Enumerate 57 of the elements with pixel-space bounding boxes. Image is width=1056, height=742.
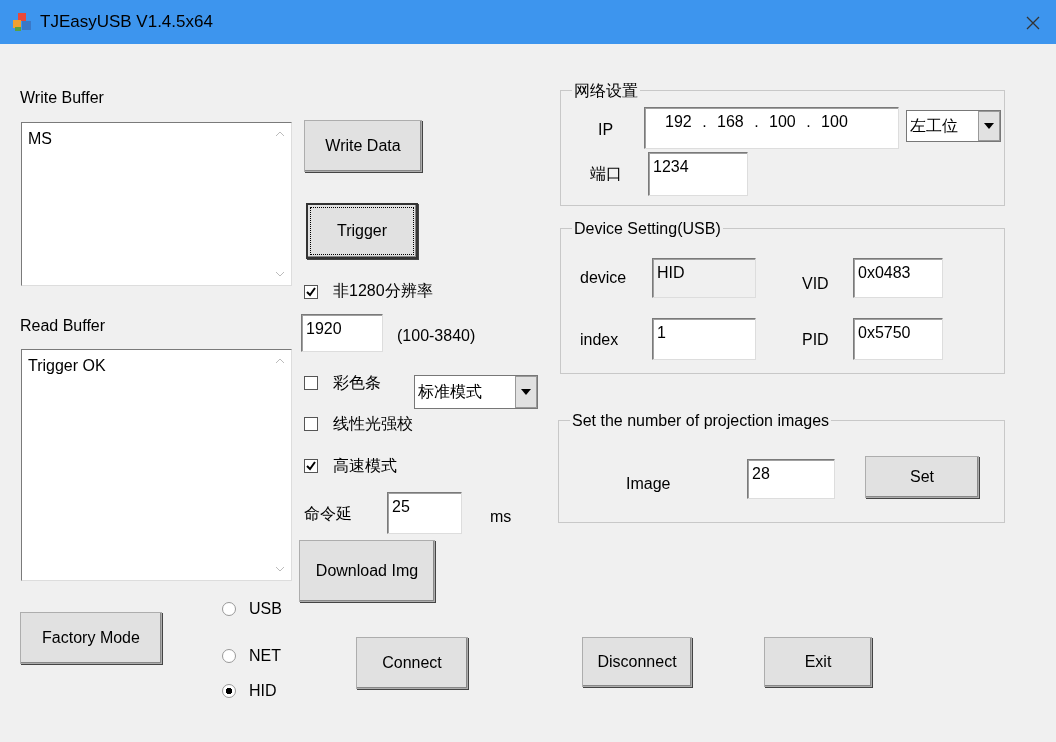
trigger-button[interactable]: Trigger: [306, 203, 418, 259]
field-label: Image: [626, 474, 671, 494]
scroll-down-icon: [275, 566, 285, 572]
field-label: index: [580, 330, 619, 350]
field-label: Read Buffer: [20, 316, 106, 336]
field-label: device: [580, 268, 627, 288]
input-field[interactable]: 0x5750: [853, 318, 943, 360]
exit-button[interactable]: Exit: [764, 637, 872, 687]
field-label: 端口: [590, 164, 622, 184]
dropdown[interactable]: 左工位: [906, 110, 1001, 142]
field-label: NET: [249, 646, 281, 666]
field-label: 高速模式: [333, 456, 397, 476]
field-label: ms: [490, 507, 512, 527]
input-field[interactable]: 1920: [301, 314, 383, 352]
scroll-down-icon: [275, 271, 285, 277]
write-data-button[interactable]: Write Data: [304, 120, 422, 172]
scroll-up-icon: [275, 358, 285, 364]
field-label: USB: [249, 599, 282, 619]
field-label: 非1280分辨率: [333, 281, 433, 301]
dropdown-arrow-icon: [984, 123, 994, 129]
checkbox[interactable]: [304, 417, 318, 431]
field-label: 线性光强校: [333, 414, 413, 434]
app-icon: [12, 12, 32, 32]
field-label: 彩色条: [333, 373, 381, 393]
text-area[interactable]: Trigger OK: [21, 349, 292, 581]
window-title: TJEasyUSB V1.4.5x64: [40, 11, 213, 34]
disconnect-button[interactable]: Disconnect: [582, 637, 692, 687]
checkbox[interactable]: [304, 285, 318, 299]
input-field[interactable]: 25: [387, 492, 462, 534]
connect-button[interactable]: Connect: [356, 637, 468, 689]
set-button[interactable]: Set: [865, 456, 979, 498]
text-area[interactable]: MS: [21, 122, 292, 286]
field-label: 命令延: [304, 504, 352, 524]
field-label: Write Buffer: [20, 88, 104, 108]
field-label: IP: [598, 120, 614, 140]
factory-mode-button[interactable]: Factory Mode: [20, 612, 162, 664]
field-label: VID: [802, 274, 829, 294]
buffer-text: Trigger OK: [28, 357, 106, 374]
radio-button[interactable]: [222, 684, 236, 698]
checkbox[interactable]: [304, 376, 318, 390]
checkbox[interactable]: [304, 459, 318, 473]
field-label: HID: [249, 681, 277, 701]
input-field[interactable]: 1: [652, 318, 756, 360]
input-field[interactable]: 0x0483: [853, 258, 943, 298]
dropdown[interactable]: 标准模式: [414, 375, 538, 409]
input-field[interactable]: 192 . 168 . 100 . 100: [644, 107, 899, 149]
dropdown-arrow-icon: [521, 389, 531, 395]
field-label: PID: [802, 330, 829, 350]
input-field[interactable]: 28: [747, 459, 835, 499]
close-icon: [1026, 16, 1040, 31]
buffer-text: MS: [28, 130, 52, 147]
radio-button[interactable]: [222, 649, 236, 663]
field-label: (100-3840): [397, 326, 476, 346]
scroll-up-icon: [275, 131, 285, 137]
radio-button[interactable]: [222, 602, 236, 616]
input-field[interactable]: 1234: [648, 152, 748, 196]
download-button[interactable]: Download Img: [299, 540, 435, 602]
